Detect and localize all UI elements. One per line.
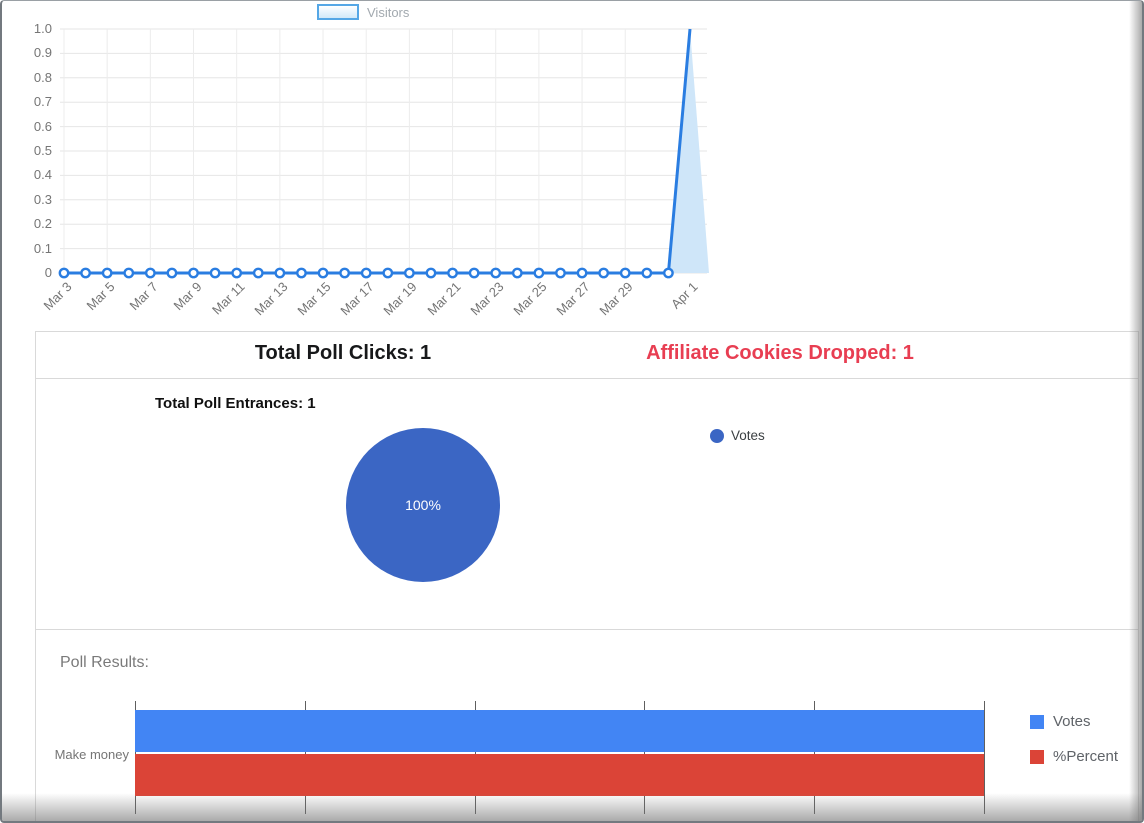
percent-legend-label: %Percent [1053,748,1119,765]
data-point-marker [123,267,135,279]
y-axis-label: 0.3 [33,191,52,207]
data-point-marker [663,267,674,279]
data-point-marker [317,267,329,279]
pie-slice-percentage: 100% [405,497,441,513]
affiliate-cookies-heading: Affiliate Cookies Dropped: 1 [646,342,914,364]
data-point-marker [447,267,458,279]
votes-legend-dot-icon [710,428,724,443]
panel-section-divider [35,629,1139,630]
data-point-marker [80,267,91,279]
visitors-legend-swatch-icon [317,4,359,20]
visitors-chart-svg [58,28,709,279]
data-point-marker [339,267,351,279]
y-axis-label: 0.9 [33,45,52,61]
data-point-marker [144,267,156,279]
data-point-marker [511,267,523,279]
data-point-marker [490,267,502,279]
bar-gridline [984,701,985,814]
data-point-marker [468,267,480,279]
data-point-marker [425,267,437,279]
data-point-marker [231,267,243,279]
bar-votes [135,710,984,752]
visitors-line-chart: Visitors 1.0 0.9 0.8 0.7 0.6 0.5 0.4 0.3 0.2 0.1 0… [2,1,747,331]
y-axis-label: 0 [44,265,52,280]
data-point-marker [360,267,372,279]
total-poll-clicks-heading: Total Poll Clicks: 1 [254,342,432,364]
pie-legend-label: Votes [731,428,765,443]
data-point-marker [166,267,178,279]
y-axis-label: 1.0 [33,21,52,36]
total-poll-entrances-title: Total Poll Entrances: 1 [155,395,316,412]
panel-header-divider [35,378,1139,379]
data-point-marker [533,267,545,279]
data-point-marker [382,267,394,279]
data-point-marker [274,267,286,279]
visitors-legend: Visitors [317,4,409,20]
y-axis-label: 0.8 [33,69,52,85]
data-point-marker [403,267,415,279]
data-point-marker [101,267,113,279]
y-axis-label: 0.2 [33,216,52,232]
data-point-marker [209,267,221,279]
pie-legend: Votes [710,428,765,443]
data-point-marker [576,267,588,279]
bar-legend-percent: %Percent [1030,748,1118,765]
data-point-marker [641,267,653,279]
percent-legend-swatch-icon [1030,749,1044,764]
poll-results-title: Poll Results: [60,654,149,671]
votes-pie-chart: 100% [346,428,500,582]
bar-category-label: Make money [54,747,129,762]
data-point-marker [296,267,307,279]
data-point-marker [252,267,264,279]
votes-legend-label: Votes [1053,713,1091,730]
poll-stats-page: Visitors 1.0 0.9 0.8 0.7 0.6 0.5 0.4 0.3 0.2 0.1 0… [0,0,1144,823]
bar-percent [135,754,984,796]
y-axis-label: 0.7 [33,94,52,110]
data-point-marker [598,267,610,279]
y-axis-label: 0.6 [33,118,52,134]
votes-legend-swatch-icon [1030,714,1044,729]
y-axis-label: 0.5 [33,143,52,158]
data-point-marker [555,267,566,279]
bar-legend-votes: Votes [1030,713,1091,730]
data-point-marker [58,267,70,279]
y-axis-label: 0.1 [33,240,52,256]
data-point-marker [188,267,199,279]
visitors-legend-label: Visitors [367,4,410,20]
y-axis-label: 0.4 [33,167,52,183]
data-point-marker [619,267,631,279]
